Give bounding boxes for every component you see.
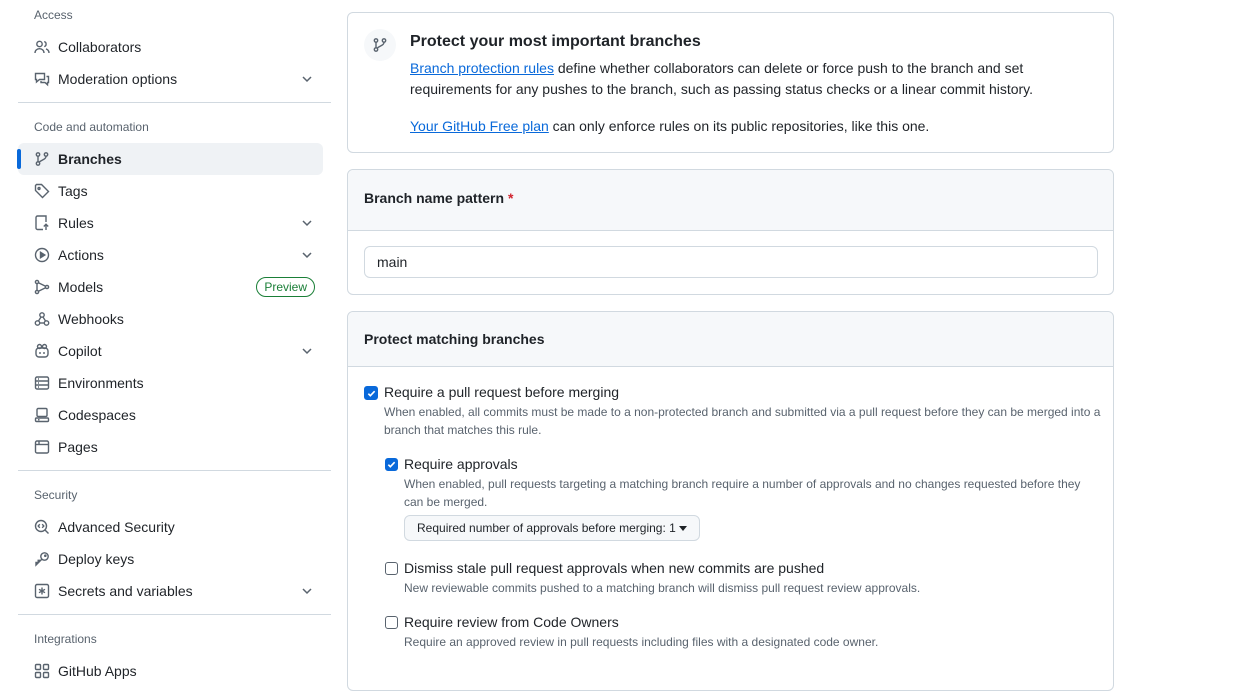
- sidebar-item-codespaces[interactable]: Codespaces: [18, 399, 323, 431]
- sidebar-item-tags[interactable]: Tags: [18, 175, 323, 207]
- intro-plan-text: can only enforce rules on its public rep…: [548, 118, 930, 134]
- ai-model-icon: [34, 279, 50, 295]
- sidebar-item-webhooks[interactable]: Webhooks: [18, 303, 323, 335]
- sidebar-item-github-apps[interactable]: GitHub Apps: [18, 655, 323, 687]
- sidebar-divider: [18, 470, 331, 471]
- sidebar-item-label: Secrets and variables: [58, 583, 193, 599]
- sidebar-item-advanced-security[interactable]: Advanced Security: [18, 511, 323, 543]
- sidebar-item-label: Tags: [58, 183, 88, 199]
- comment-discussion-icon: [34, 71, 50, 87]
- sidebar-item-environments[interactable]: Environments: [18, 367, 323, 399]
- required-approvals-select-label: Required number of approvals before merg…: [417, 521, 676, 535]
- protect-matching-branches-section: Protect matching branches Require a pull…: [347, 311, 1114, 691]
- preview-badge: Preview: [256, 277, 315, 297]
- sidebar-item-label: Deploy keys: [58, 551, 135, 567]
- sidebar-divider: [18, 102, 331, 103]
- branch-protection-rules-link[interactable]: Branch protection rules: [410, 60, 554, 76]
- sidebar-item-label: Webhooks: [58, 311, 124, 327]
- code-owners-review-checkbox[interactable]: [385, 616, 398, 629]
- branch-name-pattern-input[interactable]: [364, 246, 1098, 278]
- section-header: Protect matching branches: [348, 312, 1113, 367]
- sidebar-item-label: Branches: [58, 151, 122, 167]
- sidebar-item-deploy-keys[interactable]: Deploy keys: [18, 543, 323, 575]
- code-automation-heading: Code and automation: [34, 120, 149, 134]
- sidebar-item-rules[interactable]: Rules: [18, 207, 323, 239]
- tag-icon: [34, 183, 50, 199]
- intro-title: Protect your most important branches: [410, 33, 701, 50]
- key-asterisk-icon: [34, 583, 50, 599]
- sidebar-item-label: Moderation options: [58, 71, 178, 87]
- git-branch-icon: [364, 29, 396, 61]
- sidebar-item-label: Advanced Security: [58, 519, 175, 535]
- github-free-plan-link[interactable]: Your GitHub Free plan: [410, 118, 549, 134]
- sidebar-item-label: Rules: [58, 215, 94, 231]
- sidebar-item-label: Actions: [58, 247, 104, 263]
- branch-name-pattern-label: Branch name pattern: [364, 190, 505, 206]
- dismiss-stale-approvals-checkbox[interactable]: [385, 562, 398, 575]
- intro-plan-note: Your GitHub Free plan can only enforce r…: [410, 116, 1050, 137]
- sidebar-item-label: Pages: [58, 439, 98, 455]
- copilot-icon: [34, 343, 50, 359]
- code-owners-review-description: Require an approved review in pull reque…: [404, 635, 879, 649]
- sidebar-item-actions[interactable]: Actions: [18, 239, 323, 271]
- sidebar-divider: [18, 614, 331, 615]
- security-heading: Security: [34, 488, 78, 502]
- required-approvals-select[interactable]: Required number of approvals before merg…: [404, 515, 700, 541]
- sidebar-item-secrets[interactable]: Secrets and variables: [18, 575, 323, 607]
- require-approvals-label[interactable]: Require approvals: [404, 456, 518, 472]
- branch-protection-intro: Protect your most important branches Bra…: [347, 12, 1114, 153]
- sidebar-item-moderation[interactable]: Moderation options: [18, 63, 323, 95]
- sidebar-item-collaborators[interactable]: Collaborators: [18, 31, 323, 63]
- dismiss-stale-approvals-description: New reviewable commits pushed to a match…: [404, 581, 921, 595]
- chevron-down-icon: [299, 583, 315, 599]
- chevron-down-icon: [299, 247, 315, 263]
- codescan-icon: [34, 519, 50, 535]
- require-approvals-checkbox[interactable]: [385, 458, 398, 471]
- webhook-icon: [34, 311, 50, 327]
- required-asterisk: *: [507, 190, 514, 206]
- people-icon: [34, 39, 50, 55]
- git-branch-icon: [34, 151, 50, 167]
- codespaces-icon: [34, 407, 50, 423]
- triangle-down-icon: [678, 525, 687, 531]
- branch-name-pattern-section: Branch name pattern *: [347, 169, 1114, 295]
- browser-icon: [34, 439, 50, 455]
- protect-matching-branches-label: Protect matching branches: [364, 331, 545, 347]
- repo-push-icon: [34, 215, 50, 231]
- sidebar-item-models[interactable]: Models Preview: [18, 271, 323, 303]
- chevron-down-icon: [299, 215, 315, 231]
- sidebar-item-label: Environments: [58, 375, 144, 391]
- require-approvals-description: When enabled, pull requests targeting a …: [404, 477, 1081, 509]
- chevron-down-icon: [299, 343, 315, 359]
- key-icon: [34, 551, 50, 567]
- sidebar-item-branches[interactable]: Branches: [17, 143, 323, 175]
- apps-icon: [34, 663, 50, 679]
- play-icon: [34, 247, 50, 263]
- require-pr-label[interactable]: Require a pull request before merging: [384, 384, 619, 400]
- sidebar-item-label: GitHub Apps: [58, 663, 137, 679]
- intro-description: Branch protection rules define whether c…: [410, 58, 1050, 100]
- server-icon: [34, 375, 50, 391]
- sidebar-item-label: Collaborators: [58, 39, 142, 55]
- sidebar-item-copilot[interactable]: Copilot: [18, 335, 323, 367]
- require-pr-checkbox[interactable]: [364, 386, 378, 400]
- access-heading: Access: [34, 8, 73, 22]
- chevron-down-icon: [299, 71, 315, 87]
- section-header: Branch name pattern *: [348, 170, 1113, 231]
- sidebar-item-label: Models: [58, 279, 104, 295]
- code-owners-review-label[interactable]: Require review from Code Owners: [404, 614, 619, 630]
- require-pr-description: When enabled, all commits must be made t…: [384, 405, 1101, 437]
- integrations-heading: Integrations: [34, 632, 97, 646]
- sidebar-item-pages[interactable]: Pages: [18, 431, 323, 463]
- sidebar-item-label: Copilot: [58, 343, 102, 359]
- sidebar-item-label: Codespaces: [58, 407, 136, 423]
- dismiss-stale-approvals-label[interactable]: Dismiss stale pull request approvals whe…: [404, 560, 824, 576]
